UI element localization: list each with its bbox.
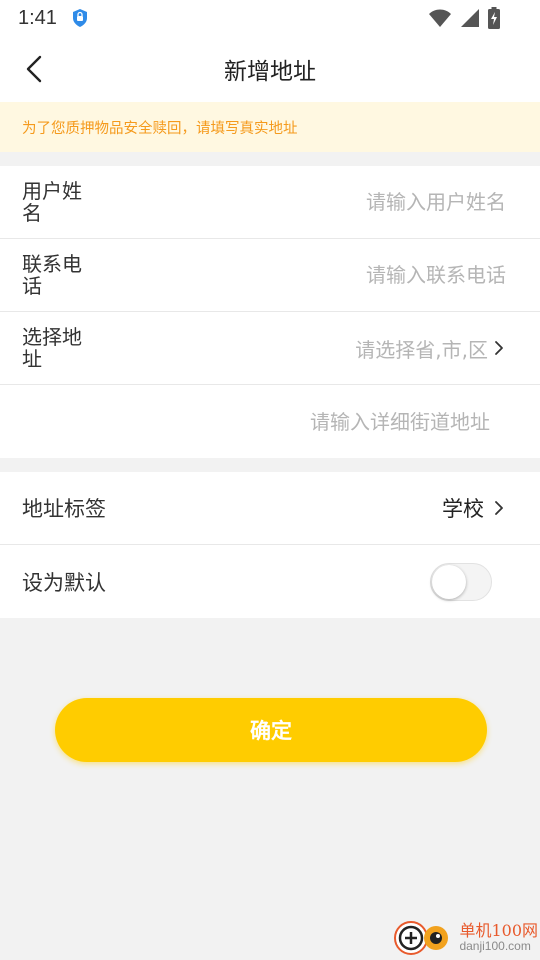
street-input[interactable] bbox=[190, 409, 490, 434]
page-title: 新增地址 bbox=[224, 59, 316, 85]
battery-charging-icon bbox=[488, 7, 500, 33]
watermark-url: danji100.com bbox=[459, 939, 531, 954]
status-bar: 1:41 bbox=[0, 0, 540, 36]
street-row[interactable] bbox=[0, 385, 540, 458]
wifi-icon bbox=[428, 8, 452, 32]
chevron-right-icon bbox=[492, 339, 506, 357]
confirm-button[interactable]: 确定 bbox=[55, 698, 487, 762]
region-label: 选择地址 bbox=[22, 325, 82, 371]
address-form: 用户姓名 联系电话 选择地址 请选择省,市,区 bbox=[0, 166, 540, 458]
name-input[interactable] bbox=[206, 190, 506, 214]
watermark: 单机100网 danji100.com bbox=[391, 916, 538, 960]
tag-label: 地址标签 bbox=[22, 497, 106, 521]
chevron-left-icon bbox=[26, 55, 42, 83]
region-select[interactable]: 请选择省,市,区 bbox=[355, 334, 488, 363]
watermark-name: 单机100网 bbox=[459, 921, 538, 941]
toggle-knob bbox=[432, 564, 466, 599]
phone-row[interactable]: 联系电话 bbox=[0, 239, 540, 312]
signal-icon bbox=[460, 8, 480, 32]
default-label: 设为默认 bbox=[22, 570, 106, 595]
shield-icon bbox=[71, 8, 89, 28]
notice-banner: 为了您质押物品安全赎回，请填写真实地址 bbox=[0, 102, 540, 152]
name-label: 用户姓名 bbox=[22, 179, 82, 225]
default-row: 设为默认 bbox=[0, 545, 540, 618]
tag-row[interactable]: 地址标签 学校 bbox=[0, 472, 540, 545]
phone-label: 联系电话 bbox=[22, 252, 82, 298]
tag-value[interactable]: 学校 bbox=[442, 493, 484, 523]
navbar: 新增地址 bbox=[0, 36, 540, 102]
chevron-right-icon bbox=[492, 499, 506, 517]
status-time: 1:41 bbox=[18, 6, 57, 29]
name-row[interactable]: 用户姓名 bbox=[0, 166, 540, 239]
back-button[interactable] bbox=[18, 52, 52, 86]
settings-card: 地址标签 学校 设为默认 bbox=[0, 472, 540, 618]
region-row[interactable]: 选择地址 请选择省,市,区 bbox=[0, 312, 540, 385]
phone-input[interactable] bbox=[206, 263, 506, 287]
watermark-logo-icon bbox=[391, 916, 455, 960]
default-toggle[interactable] bbox=[430, 562, 492, 601]
